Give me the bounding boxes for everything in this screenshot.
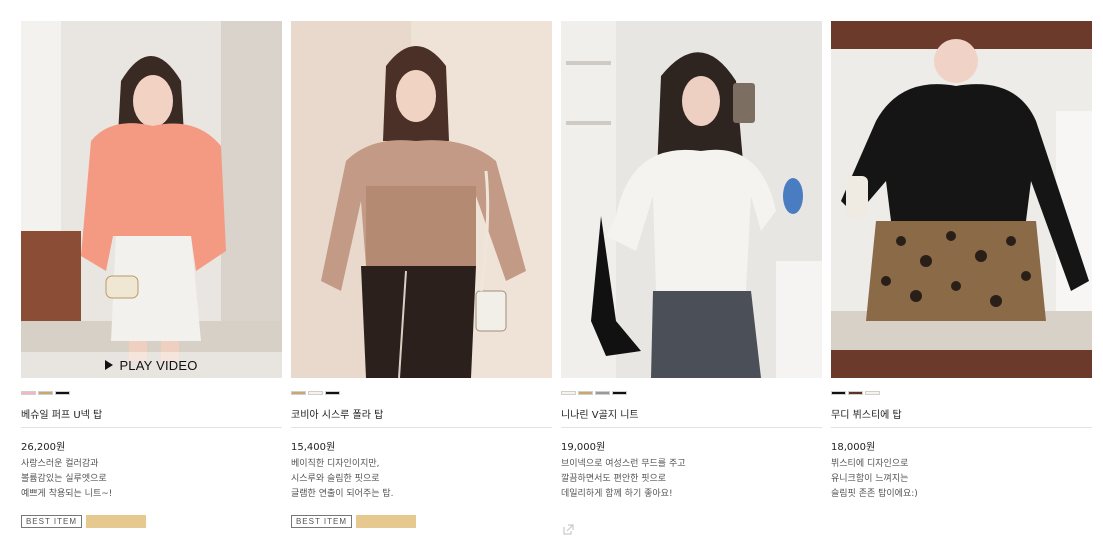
product-price: 15,400원 xyxy=(291,442,336,453)
color-swatch[interactable] xyxy=(291,391,306,395)
color-swatch[interactable] xyxy=(831,391,846,395)
color-swatches xyxy=(291,391,340,395)
description-line: 글램한 연출이 되어주는 탑. xyxy=(291,489,394,499)
play-video-button[interactable]: PLAY VIDEO xyxy=(21,352,282,378)
product-description: 사랑스러운 컬러감과 볼륨감있는 실루엣으로 예쁘게 착용되는 니트~! xyxy=(21,457,112,502)
description-line: 깔끔하면서도 편안한 핏으로 xyxy=(561,474,667,484)
product-price: 19,000원 xyxy=(561,442,606,453)
color-swatch[interactable] xyxy=(561,391,576,395)
divider xyxy=(561,427,822,428)
color-swatch[interactable] xyxy=(325,391,340,395)
product-photo-beige-sheer-top xyxy=(291,21,552,378)
badge-row: BEST ITEM xyxy=(21,515,146,528)
product-grid: PLAY VIDEO 베슈일 퍼프 U넥 탑 26,200원 사랑스러운 컬러감… xyxy=(21,21,1092,540)
highlight-badge xyxy=(356,515,416,528)
product-photo-black-bustier xyxy=(831,21,1092,378)
product-card: PLAY VIDEO 베슈일 퍼프 U넥 탑 26,200원 사랑스러운 컬러감… xyxy=(21,21,282,540)
color-swatch[interactable] xyxy=(578,391,593,395)
description-line: 예쁘게 착용되는 니트~! xyxy=(21,489,113,499)
product-price: 26,200원 xyxy=(21,442,66,453)
product-name[interactable]: 니나린 V골지 니트 xyxy=(561,406,639,421)
description-line: 사랑스러운 컬러감과 xyxy=(21,459,99,469)
color-swatches xyxy=(831,391,880,395)
description-line: 슬림핏 존존 탑이에요:) xyxy=(831,489,918,499)
play-icon xyxy=(105,360,114,370)
product-card: 무디 뷔스티에 탑 18,000원 뷔스티에 디자인으로 유니크함이 느껴지는 … xyxy=(831,21,1092,540)
product-price: 18,000원 xyxy=(831,442,876,453)
color-swatch[interactable] xyxy=(21,391,36,395)
divider xyxy=(21,427,282,428)
best-item-badge: BEST ITEM xyxy=(21,515,82,528)
description-line: 브이넥으로 여성스런 무드를 주고 xyxy=(561,459,686,469)
product-image[interactable] xyxy=(291,21,552,378)
description-line: 베이직한 디자인이지만, xyxy=(291,459,380,469)
color-swatch[interactable] xyxy=(55,391,70,395)
product-photo-pink-knit xyxy=(21,21,282,378)
product-image[interactable] xyxy=(561,21,822,378)
product-name[interactable]: 코비아 시스루 폴라 탑 xyxy=(291,406,383,421)
color-swatch[interactable] xyxy=(38,391,53,395)
product-card: 니나린 V골지 니트 19,000원 브이넥으로 여성스런 무드를 주고 깔끔하… xyxy=(561,21,822,540)
product-description: 브이넥으로 여성스런 무드를 주고 깔끔하면서도 편안한 핏으로 데일리하게 함… xyxy=(561,457,686,502)
share-icon[interactable] xyxy=(563,524,574,535)
product-image[interactable]: PLAY VIDEO xyxy=(21,21,282,378)
color-swatch[interactable] xyxy=(595,391,610,395)
color-swatch[interactable] xyxy=(865,391,880,395)
product-description: 뷔스티에 디자인으로 유니크함이 느껴지는 슬림핏 존존 탑이에요:) xyxy=(831,457,918,502)
product-card: 코비아 시스루 폴라 탑 15,400원 베이직한 디자인이지만, 시스루와 슬… xyxy=(291,21,552,540)
divider xyxy=(291,427,552,428)
color-swatch[interactable] xyxy=(848,391,863,395)
product-photo-white-knit xyxy=(561,21,822,378)
product-name[interactable]: 무디 뷔스티에 탑 xyxy=(831,406,902,421)
product-description: 베이직한 디자인이지만, 시스루와 슬림한 핏으로 글램한 연출이 되어주는 탑… xyxy=(291,457,394,502)
best-item-badge: BEST ITEM xyxy=(291,515,352,528)
color-swatches xyxy=(561,391,627,395)
color-swatch[interactable] xyxy=(612,391,627,395)
product-name[interactable]: 베슈일 퍼프 U넥 탑 xyxy=(21,406,102,421)
description-line: 데일리하게 함께 하기 좋아요! xyxy=(561,489,673,499)
description-line: 볼륨감있는 실루엣으로 xyxy=(21,474,107,484)
badge-row: BEST ITEM xyxy=(291,515,416,528)
divider xyxy=(831,427,1092,428)
description-line: 유니크함이 느껴지는 xyxy=(831,474,909,484)
description-line: 시스루와 슬림한 핏으로 xyxy=(291,474,380,484)
highlight-badge xyxy=(86,515,146,528)
color-swatches xyxy=(21,391,70,395)
description-line: 뷔스티에 디자인으로 xyxy=(831,459,909,469)
color-swatch[interactable] xyxy=(308,391,323,395)
product-image[interactable] xyxy=(831,21,1092,378)
